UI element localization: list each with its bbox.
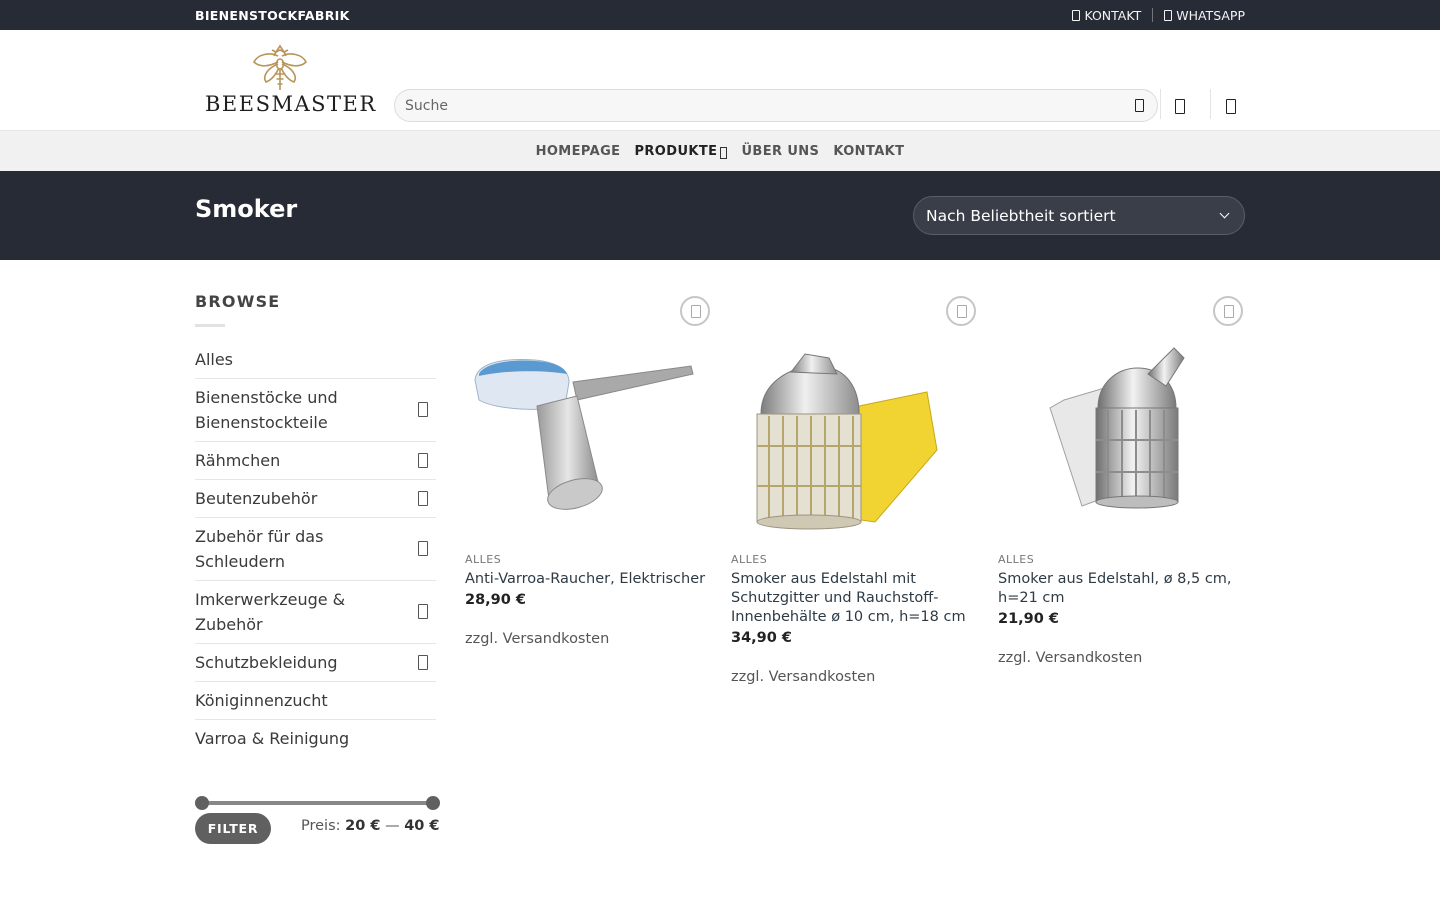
- slider-range: [202, 801, 433, 805]
- top-whatsapp-link[interactable]: WHATSAPP: [1164, 8, 1245, 23]
- chevron-down-icon: [1219, 208, 1230, 219]
- header-divider: [1160, 89, 1161, 119]
- product-card: ALLES Smoker aus Edelstahl, ø 8,5 cm, h=…: [998, 296, 1245, 666]
- wishlist-heart-icon[interactable]: [1213, 296, 1243, 326]
- steel-smoker-image: [1049, 347, 1185, 509]
- category-label: Rähmchen: [195, 451, 281, 470]
- expand-toggle-icon[interactable]: [418, 541, 428, 556]
- product-category: ALLES: [731, 553, 768, 566]
- category-item[interactable]: Alles: [195, 347, 436, 379]
- sidebar-heading: BROWSE: [195, 292, 281, 311]
- top-brand-label: BIENENSTOCKFABRIK: [195, 7, 350, 23]
- header-divider: [1210, 89, 1211, 119]
- category-label: Alles: [195, 350, 234, 369]
- account-icon[interactable]: [1175, 99, 1185, 114]
- steel-smoker-with-guard-image: [756, 353, 938, 530]
- top-contact-link[interactable]: KONTAKT: [1072, 8, 1141, 23]
- price-range-slider: [195, 796, 440, 810]
- envelope-icon: [1072, 9, 1081, 21]
- nav-item-ueber-uns[interactable]: ÜBER UNS: [741, 144, 819, 159]
- header: BEESMASTER: [0, 30, 1440, 130]
- search-bar: [394, 89, 1158, 122]
- slider-min-handle[interactable]: [195, 796, 209, 810]
- product-image[interactable]: [998, 296, 1245, 540]
- top-contact-label: KONTAKT: [1084, 7, 1142, 23]
- product-card: ALLES Smoker aus Edelstahl mit Schutzgit…: [731, 296, 978, 685]
- category-list: Alles Bienenstöcke und Bienenstockteile …: [195, 347, 436, 757]
- expand-toggle-icon[interactable]: [418, 604, 428, 619]
- category-item[interactable]: Königinnenzucht: [195, 682, 436, 720]
- main-content: BROWSE Alles Bienenstöcke und Bienenstoc…: [0, 260, 1440, 900]
- category-item[interactable]: Beutenzubehör: [195, 480, 436, 518]
- category-item[interactable]: Varroa & Reinigung: [195, 720, 436, 757]
- expand-toggle-icon[interactable]: [418, 654, 428, 670]
- price-min: 20 €: [345, 818, 381, 834]
- category-title-bar: Smoker Nach Beliebtheit sortiert: [0, 171, 1440, 260]
- expand-toggle-icon[interactable]: [418, 402, 428, 417]
- category-label: Beutenzubehör: [195, 489, 318, 508]
- category-label: Schutzbekleidung: [195, 653, 338, 672]
- category-item[interactable]: Schutzbekleidung: [195, 644, 436, 682]
- product-image[interactable]: [731, 296, 978, 540]
- category-item[interactable]: Rähmchen: [195, 442, 436, 480]
- product-category: ALLES: [465, 553, 502, 566]
- page-title: Smoker: [195, 195, 298, 223]
- heading-divider: [195, 324, 225, 327]
- product-price: 21,90 €: [998, 611, 1060, 627]
- shipping-note-link[interactable]: zzgl. Versandkosten: [731, 669, 978, 685]
- sort-select-value: Nach Beliebtheit sortiert: [926, 206, 1116, 225]
- search-icon[interactable]: [1135, 99, 1144, 112]
- filter-button[interactable]: FILTER: [195, 813, 271, 844]
- cart-icon[interactable]: [1226, 99, 1236, 114]
- product-name-link[interactable]: Smoker aus Edelstahl, ø 8,5 cm, h=21 cm: [998, 570, 1245, 608]
- category-label: Varroa & Reinigung: [195, 729, 350, 748]
- product-price: 34,90 €: [731, 630, 793, 646]
- nav-item-homepage[interactable]: HOMEPAGE: [536, 144, 621, 159]
- price-prefix: Preis:: [301, 818, 341, 834]
- category-item[interactable]: Imkerwerkzeuge & Zubehör: [195, 581, 436, 644]
- main-navigation: HOMEPAGE PRODUKTE ÜBER UNS KONTAKT: [0, 130, 1440, 171]
- product-category: ALLES: [998, 553, 1035, 566]
- product-price: 28,90 €: [465, 592, 527, 608]
- category-item[interactable]: Bienenstöcke und Bienenstockteile: [195, 379, 436, 442]
- slider-max-handle[interactable]: [426, 796, 440, 810]
- top-bar: BIENENSTOCKFABRIK KONTAKT WHATSAPP: [0, 0, 1440, 30]
- top-links: KONTAKT WHATSAPP: [1072, 8, 1245, 23]
- product-card: ALLES Anti-Varroa-Raucher, Elektrischer …: [465, 296, 712, 647]
- sidebar: BROWSE Alles Bienenstöcke und Bienenstoc…: [195, 292, 436, 757]
- wishlist-heart-icon[interactable]: [680, 296, 710, 326]
- shipping-note-link[interactable]: zzgl. Versandkosten: [998, 650, 1245, 666]
- logo-text: BEESMASTER: [205, 92, 377, 116]
- electric-varroa-smoker-image: [474, 359, 694, 510]
- search-input[interactable]: [395, 90, 1095, 121]
- top-whatsapp-label: WHATSAPP: [1176, 7, 1245, 23]
- product-name-link[interactable]: Anti-Varroa-Raucher, Elektrischer: [465, 570, 712, 589]
- chevron-down-icon: [720, 146, 728, 159]
- category-label: Königinnenzucht: [195, 691, 328, 710]
- sort-select[interactable]: Nach Beliebtheit sortiert: [913, 196, 1245, 235]
- nav-item-produkte-label: PRODUKTE: [634, 143, 718, 159]
- nav-item-produkte[interactable]: PRODUKTE: [634, 143, 728, 159]
- bee-logo-icon: [253, 44, 307, 90]
- expand-toggle-icon[interactable]: [418, 490, 428, 506]
- price-max: 40 €: [404, 818, 440, 834]
- expand-toggle-icon[interactable]: [418, 452, 428, 468]
- product-name-link[interactable]: Smoker aus Edelstahl mit Schutzgitter un…: [731, 570, 978, 627]
- nav-item-kontakt[interactable]: KONTAKT: [833, 144, 904, 159]
- category-label: Imkerwerkzeuge & Zubehör: [195, 590, 346, 634]
- category-label: Zubehör für das Schleudern: [195, 527, 324, 571]
- product-image[interactable]: [465, 296, 712, 540]
- whatsapp-icon: [1164, 9, 1173, 21]
- top-links-divider: [1152, 8, 1154, 22]
- site-logo[interactable]: BEESMASTER: [205, 42, 377, 118]
- category-item[interactable]: Zubehör für das Schleudern: [195, 518, 436, 581]
- category-label: Bienenstöcke und Bienenstockteile: [195, 388, 338, 432]
- shipping-note-link[interactable]: zzgl. Versandkosten: [465, 631, 712, 647]
- price-separator: —: [385, 818, 400, 834]
- price-range-label: Preis: 20 € — 40 €: [301, 818, 440, 834]
- wishlist-heart-icon[interactable]: [946, 296, 976, 326]
